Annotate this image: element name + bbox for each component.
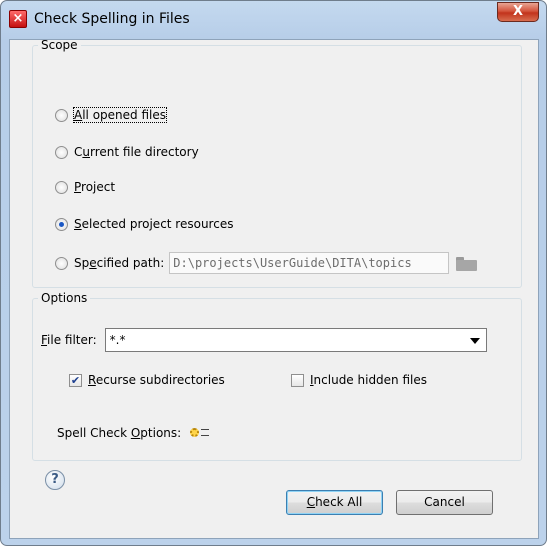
dialog-title: Check Spelling in Files xyxy=(34,11,190,27)
recurse-subdirectories-checkbox[interactable]: ✔ Recurse subdirectories xyxy=(69,373,225,387)
radio-button[interactable] xyxy=(55,108,68,122)
checkbox[interactable] xyxy=(291,373,304,387)
scope-group: Scope xyxy=(32,38,522,288)
help-icon[interactable]: ? xyxy=(45,470,65,490)
radio-button[interactable] xyxy=(55,180,68,194)
folder-icon[interactable] xyxy=(456,255,478,271)
radio-label: Current file directory xyxy=(74,145,199,159)
radio-label: Specified path: xyxy=(74,256,165,270)
radio-label: Selected project resources xyxy=(74,217,234,231)
check-all-button[interactable]: Check All xyxy=(286,490,383,515)
options-legend: Options xyxy=(41,291,88,305)
gear-icon[interactable] xyxy=(189,426,211,440)
title-bar[interactable]: × Check Spelling in Files X xyxy=(1,1,546,39)
cancel-button[interactable]: Cancel xyxy=(396,490,493,515)
checkbox-label: Include hidden files xyxy=(310,373,428,387)
include-hidden-files-checkbox[interactable]: Include hidden files xyxy=(291,373,427,387)
file-filter-combo[interactable]: *.* xyxy=(104,328,487,352)
specified-path-input[interactable]: D:\projects\UserGuide\DITA\topics xyxy=(169,252,450,274)
radio-button[interactable] xyxy=(55,256,68,270)
radio-project[interactable]: Project xyxy=(55,180,115,194)
radio-current-file-directory[interactable]: Current file directory xyxy=(55,145,199,159)
app-icon: × xyxy=(9,10,27,28)
dialog-window: × Check Spelling in Files X Scope All op… xyxy=(0,0,547,546)
radio-label: Project xyxy=(74,180,116,194)
spell-check-options-label: Spell Check Options: xyxy=(57,426,182,440)
radio-all-opened-files[interactable]: All opened files xyxy=(55,107,167,123)
spell-check-options-row: Spell Check Options: xyxy=(57,426,211,440)
radio-label: All opened files xyxy=(73,107,167,123)
file-filter-label: File filter: xyxy=(41,333,97,347)
radio-specified-path[interactable]: Specified path: D:\projects\UserGuide\DI… xyxy=(55,252,478,274)
close-button[interactable]: X xyxy=(497,2,539,22)
file-filter-row: File filter: *.* xyxy=(41,328,487,352)
close-icon: X xyxy=(512,4,524,19)
radio-button[interactable] xyxy=(55,145,68,159)
file-filter-value: *.* xyxy=(109,333,126,347)
scope-legend: Scope xyxy=(41,38,78,52)
chevron-down-icon[interactable] xyxy=(469,338,480,344)
checkbox[interactable]: ✔ xyxy=(69,373,82,387)
radio-button[interactable] xyxy=(55,217,68,231)
radio-selected-project-resources[interactable]: Selected project resources xyxy=(55,217,233,231)
checkbox-label: Recurse subdirectories xyxy=(88,373,225,387)
